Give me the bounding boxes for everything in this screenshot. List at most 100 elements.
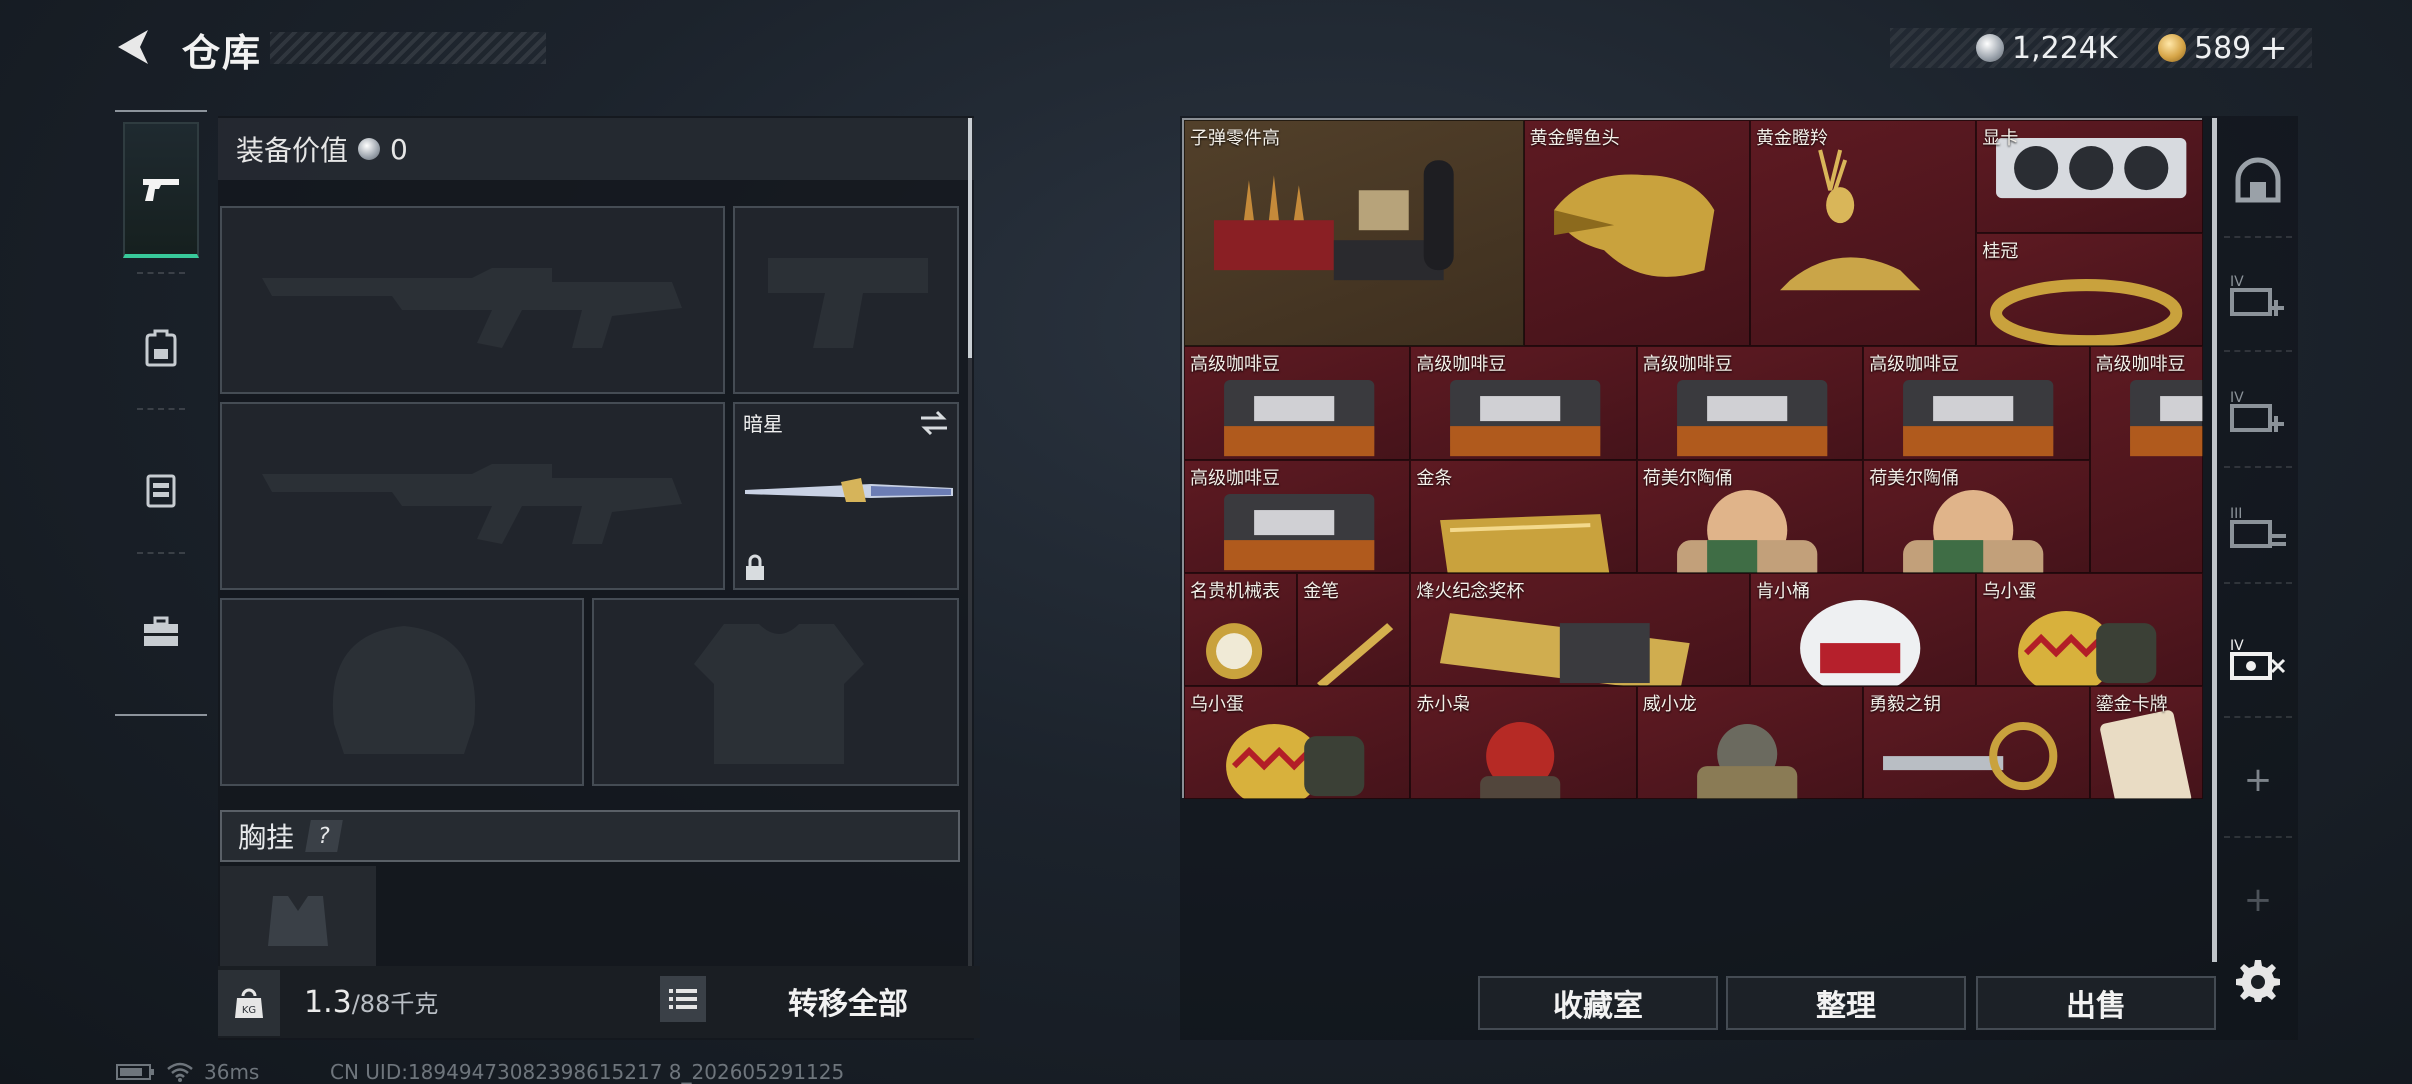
sort-button[interactable]: 整理 [1726, 976, 1966, 1030]
weight-value: 1.3 [304, 985, 352, 1020]
case-tier-label: IV [2230, 638, 2244, 654]
stash-item-label: 鎏金卡牌 [2095, 694, 2168, 715]
pistol-icon [143, 179, 179, 201]
list-view-button[interactable] [660, 976, 706, 1022]
tab-backpack[interactable] [123, 280, 199, 416]
expansion-case-icon: III [2230, 506, 2286, 548]
swap-icon[interactable] [919, 410, 949, 436]
expansion-case-icon: IV [2230, 390, 2284, 432]
lock-icon [746, 554, 764, 580]
rifle-silhouette-icon [262, 268, 682, 348]
settings-gear-icon[interactable] [2236, 958, 2280, 1002]
case-tier-label: IV [2230, 390, 2244, 406]
sidebar-add-button-1[interactable]: + [2220, 732, 2296, 828]
stash-scrollbar[interactable] [2212, 118, 2217, 962]
armor-slot[interactable] [592, 598, 959, 786]
gold-add-button[interactable]: + [2259, 28, 2288, 68]
stash-item[interactable]: 赤小枭 [1410, 686, 1637, 800]
case-tier-label: III [2230, 506, 2242, 522]
stash-item-label: 高级咖啡豆 [1642, 354, 1733, 376]
stash-item[interactable]: 肯小桶 [1750, 572, 1977, 686]
tab-weapons[interactable] [123, 122, 199, 258]
sidebar-tab-case-4[interactable]: IV [2220, 610, 2296, 706]
primary-weapon-slot-1[interactable] [220, 206, 725, 394]
stash-item[interactable]: 黄金鳄鱼头 [1523, 120, 1750, 347]
gold-coin-icon [2158, 34, 2186, 62]
tab-separator [137, 408, 185, 410]
stash-item[interactable]: 烽火纪念奖杯 [1410, 572, 1750, 686]
stash-item-label: 烽火纪念奖杯 [1416, 580, 1525, 602]
stash-item-label: 高级咖啡豆 [1869, 354, 1960, 376]
chest-rig-silhouette-icon [268, 896, 328, 946]
stash-item[interactable]: 桂冠 [1976, 233, 2203, 347]
pistol-silhouette-icon [768, 258, 928, 348]
stash-item[interactable]: 乌小蛋 [1976, 572, 2203, 686]
stash-item[interactable]: 高级咖啡豆 [1863, 346, 2090, 460]
helmet-slot[interactable] [220, 598, 584, 786]
sidebar-tab-case-2[interactable]: IV [2220, 362, 2296, 458]
sidebar-separator [2224, 716, 2292, 718]
gold-amount: 589 [2194, 30, 2252, 66]
back-arrow-icon[interactable] [108, 22, 158, 72]
transfer-all-button[interactable]: 转移全部 [722, 972, 974, 1030]
tab-vest[interactable] [123, 422, 199, 558]
stash-item[interactable]: 金笔 [1297, 572, 1411, 686]
case-tier-label: IV [2230, 274, 2244, 290]
sidebar-tab-case-1[interactable]: IV [2220, 246, 2296, 342]
stash-item[interactable]: 威小龙 [1636, 686, 1864, 800]
stash-item[interactable]: 荷美尔陶俑 [1863, 459, 2090, 573]
battery-icon [116, 1064, 154, 1080]
knife-image [745, 478, 953, 502]
sell-button[interactable]: 出售 [1976, 976, 2216, 1030]
stash-item[interactable]: 子弹零件高 [1184, 120, 1524, 347]
stash-item[interactable]: 荷美尔陶俑 [1636, 459, 1864, 573]
stash-item-label: 桂冠 [1982, 241, 2019, 263]
chest-rig-header: 胸挂 ? [220, 810, 960, 862]
stash-item[interactable]: 鎏金卡牌 [2089, 686, 2203, 800]
stash-item[interactable]: 高级咖啡豆 [1636, 346, 1864, 460]
stash-item[interactable]: 高级咖啡豆 [1410, 346, 1637, 460]
sidebar-add-button-2[interactable]: + [2220, 852, 2296, 948]
pistol-slot[interactable] [733, 206, 959, 394]
sidebar-separator [2224, 836, 2292, 838]
stash-item-label: 金条 [1416, 467, 1453, 489]
equipment-value-bar: 装备价值 0 [218, 118, 974, 180]
melee-slot[interactable]: 暗星 [733, 402, 959, 590]
expansion-case-icon: IV [2230, 274, 2284, 316]
weight-capacity: /88千克 [351, 990, 439, 1018]
collection-room-button[interactable]: 收藏室 [1478, 976, 1718, 1030]
help-button[interactable]: ? [305, 820, 343, 852]
stash-item[interactable]: 勇毅之钥 [1863, 686, 2090, 800]
helmet-silhouette-icon [332, 626, 476, 754]
sidebar-tab-case-3[interactable]: III [2220, 478, 2296, 574]
list-icon [669, 989, 697, 1009]
chest-rig-slot[interactable] [220, 866, 376, 966]
sidebar-separator [2224, 582, 2292, 584]
stash-item[interactable]: 黄金瞪羚 [1750, 120, 1977, 347]
stash-item[interactable]: 高级咖啡豆 [1184, 346, 1411, 460]
tab-separator [137, 272, 185, 274]
stash-item[interactable]: 金条 [1410, 459, 1637, 573]
stash-item[interactable]: 高级咖啡豆 [2089, 346, 2203, 573]
stash-item[interactable]: 显卡 [1976, 120, 2203, 234]
stash-item[interactable]: 高级咖啡豆 [1184, 459, 1411, 573]
silver-amount: 1,224K [2012, 30, 2118, 66]
chest-rig-label: 胸挂 [238, 821, 295, 854]
stash-item-label: 金笔 [1303, 580, 1340, 602]
gold-currency[interactable]: 589 + [2158, 28, 2288, 68]
stash-item-label: 高级咖啡豆 [2095, 354, 2186, 376]
kettlebell-icon: KG [235, 988, 263, 1018]
stash-item-image [2129, 380, 2203, 457]
stash-item-label: 名贵机械表 [1190, 580, 1280, 602]
stash-item-label: 肯小桶 [1756, 580, 1810, 602]
expansion-case-icon: IV [2230, 638, 2286, 680]
silver-coin-icon [1976, 34, 2004, 62]
stash-item-label: 乌小蛋 [1190, 694, 1244, 715]
stash-item[interactable]: 乌小蛋 [1184, 686, 1411, 800]
stash-item[interactable]: 名贵机械表 [1184, 572, 1298, 686]
stash-item-label: 赤小枭 [1416, 694, 1471, 715]
sidebar-tab-home[interactable] [2220, 132, 2296, 228]
loadout-scroll-thumb[interactable] [968, 118, 972, 358]
tab-toolbox[interactable] [123, 564, 199, 700]
primary-weapon-slot-2[interactable] [220, 402, 725, 590]
